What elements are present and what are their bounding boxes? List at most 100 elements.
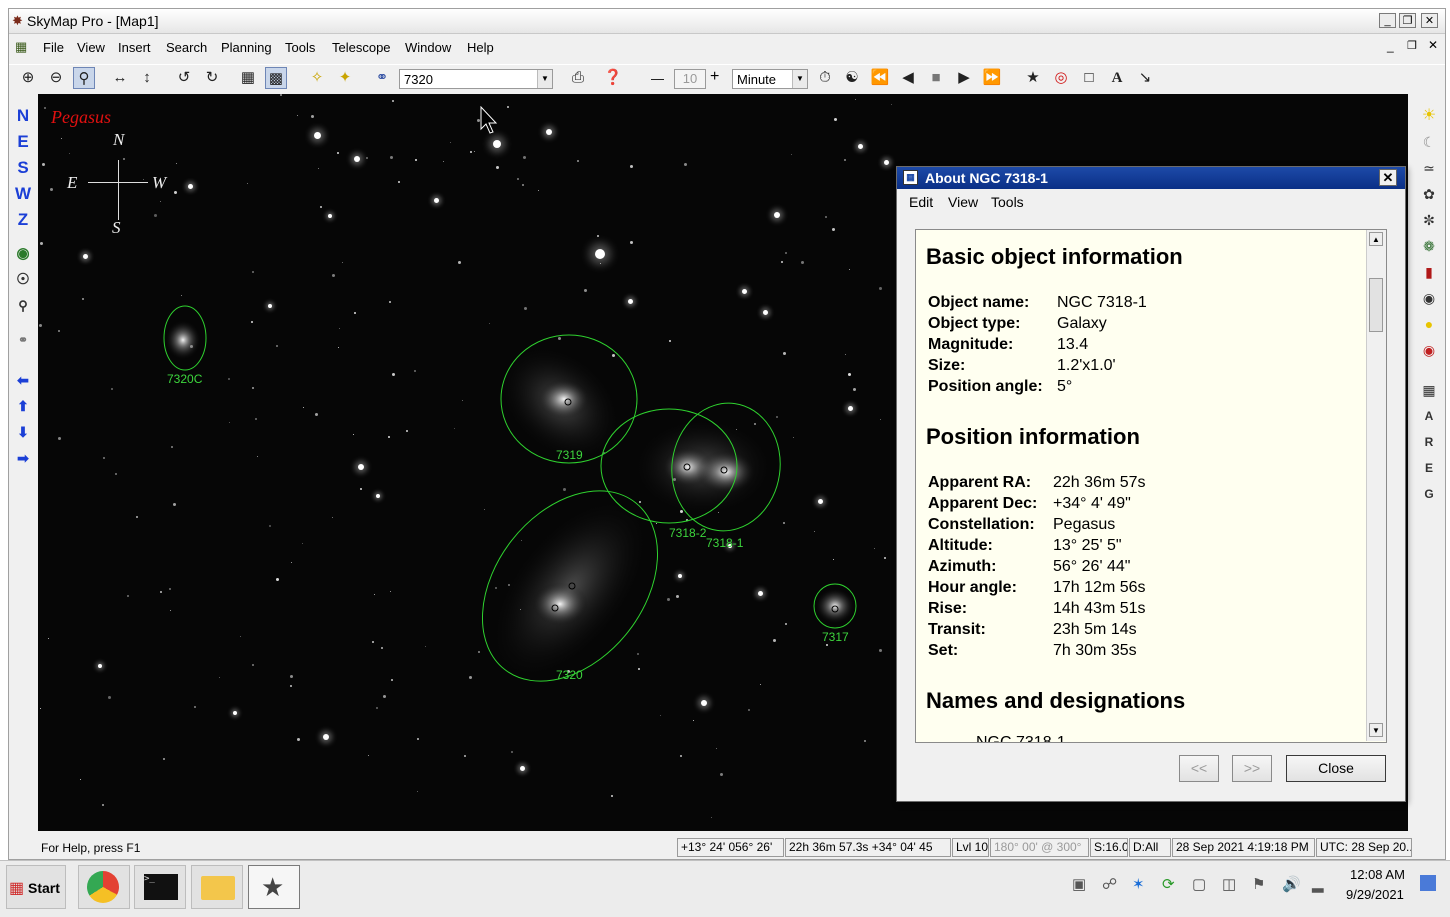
chevron-down-icon[interactable]: ▼ xyxy=(537,70,552,88)
target-icon[interactable]: ◎ xyxy=(1050,67,1072,89)
menu-planning[interactable]: Planning xyxy=(221,40,272,55)
chart-icon[interactable]: ▮ xyxy=(1419,262,1439,282)
fast-forward-icon[interactable]: ⏩ xyxy=(981,67,1003,89)
nebula-icon[interactable]: ✼ xyxy=(1419,210,1439,230)
label-7319[interactable]: 7319 xyxy=(556,448,583,462)
about-menu-edit[interactable]: Edit xyxy=(909,194,933,210)
mode-r-button[interactable]: R xyxy=(1419,432,1439,452)
step-back-icon[interactable]: ◀ xyxy=(897,67,919,89)
telescope-icon[interactable]: ★ xyxy=(1022,67,1044,89)
taskbar-explorer[interactable] xyxy=(191,865,243,909)
taskbar-skymap[interactable]: ★ xyxy=(248,865,300,909)
center-object-icon[interactable]: ✦ xyxy=(334,67,356,89)
rectangle-icon[interactable]: □ xyxy=(1078,67,1100,89)
galaxy-icon[interactable]: ❁ xyxy=(1419,236,1439,256)
menu-view[interactable]: View xyxy=(77,40,105,55)
label-7318-1[interactable]: 7318-1 xyxy=(706,536,743,550)
expand-vertical-icon[interactable]: ↕ xyxy=(136,67,158,89)
tray-bluetooth-icon[interactable]: ✶ xyxy=(1132,875,1145,893)
tray-link-icon[interactable]: ☍ xyxy=(1102,875,1117,893)
compass-icon[interactable]: ☉ xyxy=(13,270,33,290)
mdi-minimize-button[interactable]: _ xyxy=(1387,39,1394,53)
tray-display-icon[interactable]: ▢ xyxy=(1192,875,1206,893)
prev-button[interactable]: << xyxy=(1179,755,1219,782)
restore-button[interactable]: ❐ xyxy=(1399,13,1416,28)
clock-time[interactable]: 12:08 AM xyxy=(1350,867,1405,882)
find-icon[interactable]: ⚲ xyxy=(13,296,33,316)
zoom-window-icon[interactable]: ⚲ xyxy=(73,67,95,89)
label-7320c[interactable]: 7320C xyxy=(167,372,202,386)
mdi-close-button[interactable]: ✕ xyxy=(1428,38,1438,52)
tray-usb-icon[interactable]: ◫ xyxy=(1222,875,1236,893)
zoom-in-icon[interactable]: ⊕ xyxy=(17,67,39,89)
taskbar-chrome[interactable] xyxy=(78,865,130,909)
show-desktop-icon[interactable] xyxy=(1420,875,1436,891)
tray-refresh-icon[interactable]: ⟳ xyxy=(1162,875,1175,893)
step-value-field[interactable]: 10 xyxy=(674,69,706,89)
mdi-restore-button[interactable]: ❐ xyxy=(1407,39,1417,52)
view-east-button[interactable]: E xyxy=(13,132,33,152)
sun-icon[interactable]: ☀ xyxy=(1419,106,1439,126)
clock-icon[interactable]: ⏱ xyxy=(814,67,836,89)
image-overlay-icon[interactable]: ▩ xyxy=(265,67,287,89)
clock-date[interactable]: 9/29/2021 xyxy=(1346,887,1404,902)
table-icon[interactable]: ▦ xyxy=(1419,380,1439,400)
object-search-combo[interactable]: 7320 ▼ xyxy=(399,69,553,89)
taskbar-terminal[interactable]: >_ xyxy=(134,865,186,909)
mode-e-button[interactable]: E xyxy=(1419,458,1439,478)
menu-file[interactable]: File xyxy=(43,40,64,55)
rotate-left-icon[interactable]: ↺ xyxy=(173,67,195,89)
minimize-button[interactable]: _ xyxy=(1379,13,1396,28)
center-star-icon[interactable]: ✧ xyxy=(306,67,328,89)
menu-window[interactable]: Window xyxy=(405,40,451,55)
arrow-right-icon[interactable]: ➡ xyxy=(13,448,33,468)
tray-volume-icon[interactable]: 🔊 xyxy=(1282,875,1301,893)
lightbulb-icon[interactable]: ● xyxy=(1419,314,1439,334)
tray-signal-icon[interactable]: ▂ xyxy=(1312,875,1324,893)
label-7317[interactable]: 7317 xyxy=(822,630,849,644)
view-zenith-button[interactable]: Z xyxy=(13,210,33,230)
tray-network-icon[interactable]: ▣ xyxy=(1072,875,1086,893)
about-menu-view[interactable]: View xyxy=(948,194,978,210)
moon-icon[interactable]: ☾ xyxy=(1419,132,1439,152)
expand-horizontal-icon[interactable]: ↔ xyxy=(109,67,131,89)
about-menu-tools[interactable]: Tools xyxy=(991,194,1024,210)
start-button[interactable]: ▦ Start xyxy=(6,865,66,909)
menu-help[interactable]: Help xyxy=(467,40,494,55)
menu-telescope[interactable]: Telescope xyxy=(332,40,391,55)
label-7318-2[interactable]: 7318-2 xyxy=(669,526,706,540)
rotate-right-icon[interactable]: ↻ xyxy=(201,67,223,89)
mode-a-button[interactable]: A xyxy=(1419,406,1439,426)
animate-icon[interactable]: ☯ xyxy=(841,67,863,89)
arrow-down-icon[interactable]: ⬇ xyxy=(13,422,33,442)
menu-search[interactable]: Search xyxy=(166,40,207,55)
menu-tools[interactable]: Tools xyxy=(285,40,315,55)
view-north-button[interactable]: N xyxy=(13,106,33,126)
scroll-up-icon[interactable]: ▲ xyxy=(1369,232,1383,246)
print-icon[interactable]: ⎙ xyxy=(567,67,589,89)
label-7320[interactable]: 7320 xyxy=(556,668,583,682)
dialog-close-button[interactable]: Close xyxy=(1286,755,1386,782)
zoom-out-icon[interactable]: ⊖ xyxy=(45,67,67,89)
tray-flag-icon[interactable]: ⚑ xyxy=(1252,875,1265,893)
grid-icon[interactable]: ▦ xyxy=(237,67,259,89)
info-scrollbar[interactable]: ▲ ▼ xyxy=(1366,230,1386,741)
dialog-close-icon[interactable]: ✕ xyxy=(1379,169,1397,186)
mdi-icon[interactable]: ▦ xyxy=(15,39,27,55)
arrow-up-icon[interactable]: ⬆ xyxy=(13,396,33,416)
scroll-thumb[interactable] xyxy=(1369,278,1383,332)
close-button[interactable]: ✕ xyxy=(1421,13,1438,28)
key-icon[interactable]: ⚭ xyxy=(13,330,33,350)
scroll-down-icon[interactable]: ▼ xyxy=(1369,723,1383,737)
next-button[interactable]: >> xyxy=(1232,755,1272,782)
stop-icon[interactable]: ■ xyxy=(925,67,947,89)
asteroid-icon[interactable]: ✿ xyxy=(1419,184,1439,204)
step-forward-icon[interactable]: ▶ xyxy=(953,67,975,89)
context-help-icon[interactable]: ❓ xyxy=(602,67,624,89)
view-south-button[interactable]: S xyxy=(13,158,33,178)
text-tool-icon[interactable]: A xyxy=(1106,67,1128,89)
comet-icon[interactable]: ≃ xyxy=(1419,158,1439,178)
view-west-button[interactable]: W xyxy=(13,184,33,204)
mode-g-button[interactable]: G xyxy=(1419,484,1439,504)
step-plus-button[interactable]: + xyxy=(710,68,719,86)
